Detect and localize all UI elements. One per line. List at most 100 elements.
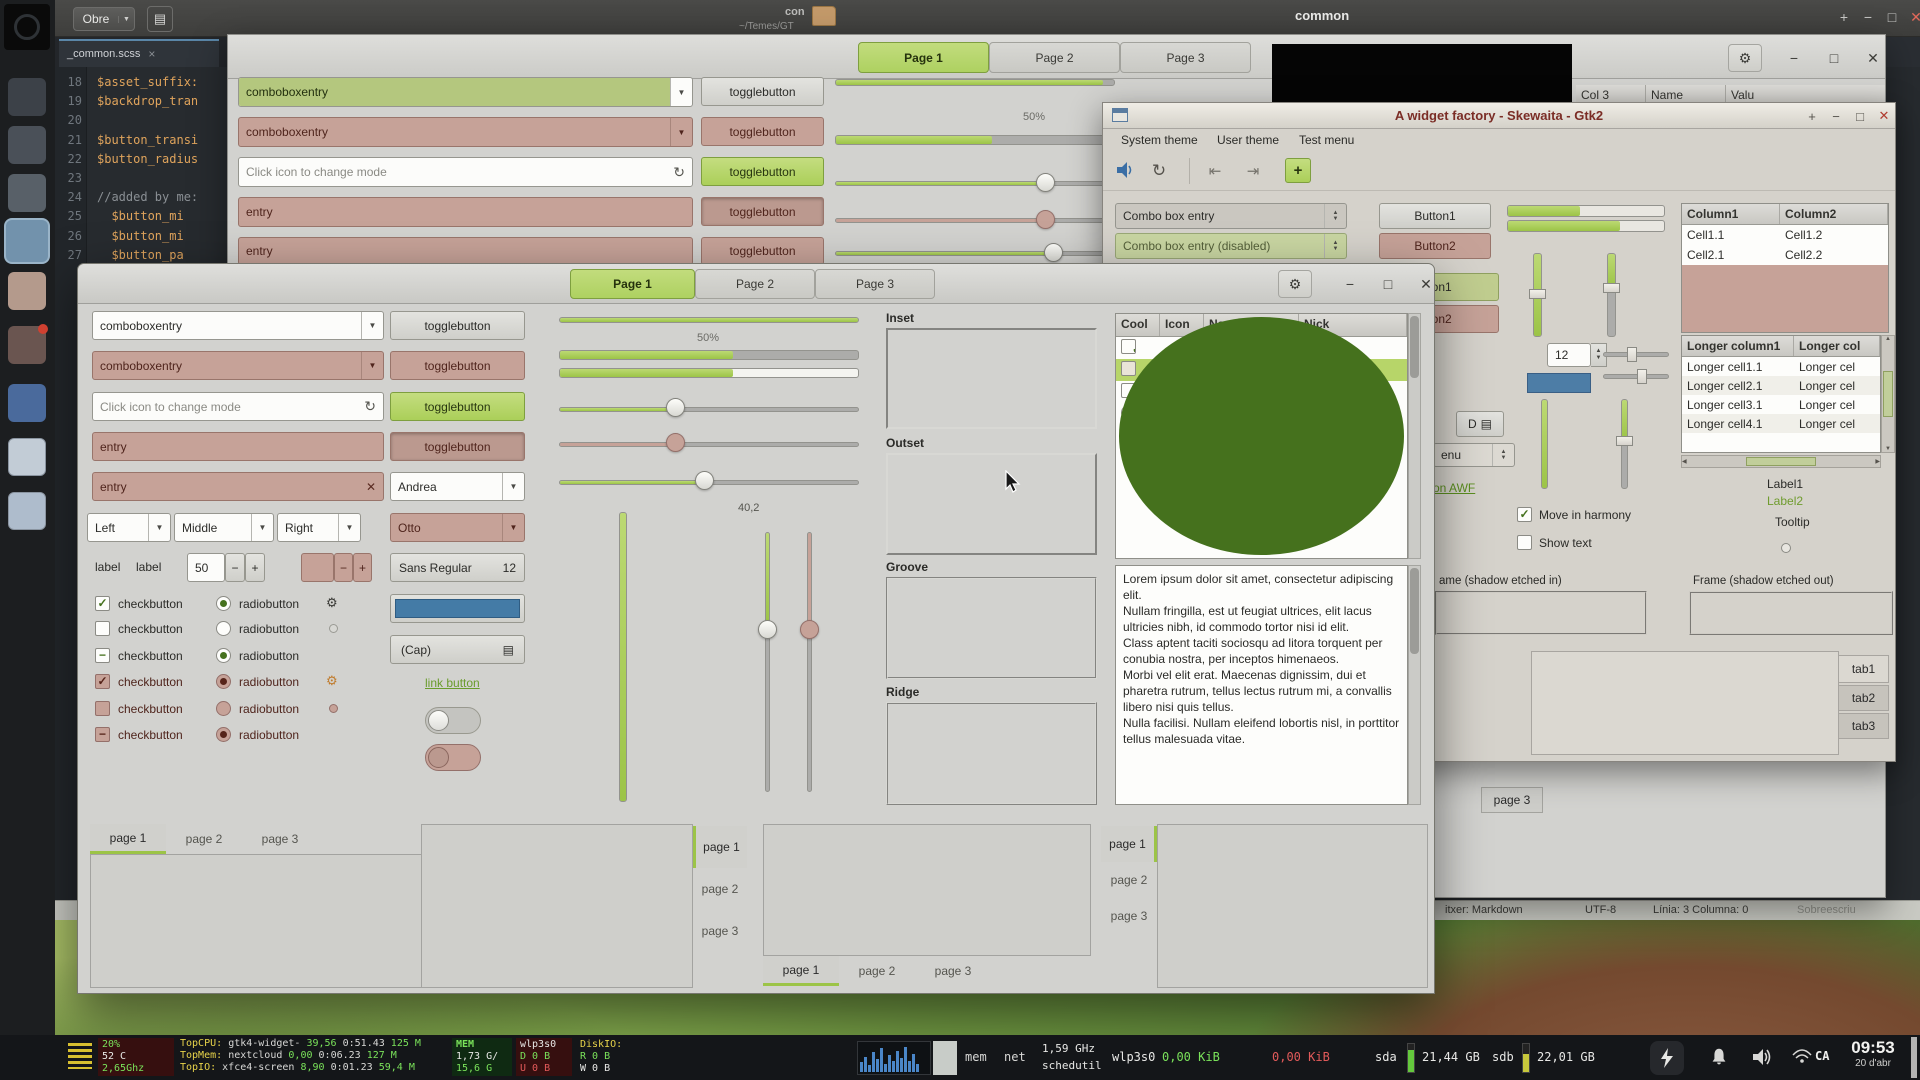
refresh-icon[interactable]: ↻	[1147, 159, 1171, 183]
refresh-icon[interactable]: ↻	[673, 164, 685, 181]
gtk2-hscale-1-handle[interactable]	[1627, 347, 1637, 362]
wlan-block[interactable]: wlp3s0 D 0 B U 0 B	[516, 1038, 572, 1076]
main-minimize-icon[interactable]: −	[1336, 270, 1364, 298]
gtk2-spinbutton[interactable]: 12	[1547, 343, 1591, 367]
tree-row-benjamin[interactable]: ♟ Benjamin Company	[1116, 403, 1407, 425]
bg-maximize-icon[interactable]: □	[1820, 44, 1848, 72]
bg-togglebutton-2[interactable]: togglebutton	[701, 117, 824, 146]
scrollbar-thumb[interactable]	[1746, 457, 1816, 466]
bg-scale-3-handle[interactable]	[1036, 210, 1055, 229]
main-tab-page3[interactable]: Page 3	[815, 269, 935, 299]
entry-2[interactable]: entry ✕	[92, 472, 384, 501]
gtk2-close-icon[interactable]: ✕	[1875, 107, 1893, 125]
scale-2[interactable]	[559, 407, 859, 412]
status-encoding[interactable]: UTF-8	[1585, 904, 1616, 916]
bell-icon[interactable]	[1708, 1046, 1730, 1068]
tab-page2[interactable]: page 2	[839, 956, 915, 986]
tab-page3[interactable]: page 3	[242, 824, 318, 854]
gtk2-selected-entry[interactable]	[1527, 373, 1591, 393]
main-gear-icon[interactable]: ⚙	[1278, 270, 1312, 298]
checkbutton-4[interactable]: ✓	[95, 674, 110, 689]
bg-comboboxentry-1[interactable]: comboboxentry ▼	[238, 77, 693, 107]
gtk2-treeview-2[interactable]: Longer column1Longer col Longer cell1.1L…	[1681, 335, 1881, 453]
menu-test-menu[interactable]: Test menu	[1299, 133, 1354, 147]
bg-scale-2-handle[interactable]	[1036, 173, 1055, 192]
menu-user-theme[interactable]: User theme	[1217, 133, 1279, 147]
scroll-left-icon[interactable]: ◀	[1682, 458, 1687, 465]
bg-togglebutton-1[interactable]: togglebutton	[701, 77, 824, 106]
vscale-2[interactable]	[765, 532, 770, 792]
dock-user[interactable]	[8, 384, 46, 422]
show-text-checkbox[interactable]	[1517, 535, 1532, 550]
tab-page3[interactable]: page 3	[915, 956, 991, 986]
row-radio[interactable]	[1121, 405, 1136, 420]
main-tab-page2[interactable]: Page 2	[695, 269, 815, 299]
link-button[interactable]: link button	[425, 676, 480, 690]
checkbutton-5[interactable]	[95, 701, 110, 716]
font-button[interactable]: Sans Regular 12	[390, 553, 525, 582]
direction-combo[interactable]: Right ▼	[277, 513, 361, 542]
tab-page3[interactable]: page 3	[1101, 898, 1157, 934]
bg-tab-page3[interactable]: Page 3	[1120, 42, 1251, 73]
net-plugin[interactable]: net	[1004, 1050, 1026, 1064]
window-close-icon[interactable]: ✕	[1905, 6, 1920, 28]
tab-page1[interactable]: page 1	[90, 824, 166, 854]
gtk2-maximize-icon[interactable]: □	[1851, 107, 1869, 125]
cap-button[interactable]: (Cap) ▤	[390, 635, 525, 664]
window-maximize-icon[interactable]: □	[1881, 6, 1903, 28]
cpu-block[interactable]: 20% 52 C 2,65Ghz	[98, 1038, 174, 1076]
dock-editor[interactable]	[8, 174, 46, 212]
halign-combo[interactable]: Left ▼	[87, 513, 171, 542]
entry-1[interactable]: entry	[92, 432, 384, 461]
bg-comboboxentry-2[interactable]: comboboxentry ▼	[238, 117, 693, 147]
bg-close-icon[interactable]: ✕	[1859, 44, 1886, 72]
whisker-menu-button[interactable]	[4, 4, 50, 50]
tab-page1[interactable]: page 1	[1101, 826, 1157, 862]
scale-3-handle[interactable]	[666, 433, 685, 452]
color-button[interactable]	[390, 594, 525, 623]
window-plus-icon[interactable]: +	[1833, 6, 1855, 28]
colored-spin-entry[interactable]	[301, 553, 334, 582]
editor-titlebar[interactable]: Obre ▼ ▤ con ~/Temes/GT common + − □ ✕	[55, 0, 1920, 37]
togglebutton-1[interactable]: togglebutton	[390, 311, 525, 340]
tree-vscrollbar[interactable]	[1408, 313, 1421, 559]
dock-active-app[interactable]	[6, 220, 48, 262]
bg-entry[interactable]: entry	[238, 197, 693, 227]
menu-system-theme[interactable]: System theme	[1121, 133, 1198, 147]
dock-files[interactable]	[8, 126, 46, 164]
skip-forward-icon[interactable]: ⇥	[1241, 159, 1265, 183]
gtk2-tab2[interactable]: tab2	[1839, 685, 1889, 711]
gtk2-minimize-icon[interactable]: −	[1827, 107, 1845, 125]
sdb-label[interactable]: sdb	[1492, 1050, 1514, 1064]
bg-scale-4-handle[interactable]	[1044, 243, 1063, 262]
save-button[interactable]: ▤	[147, 6, 173, 32]
gtk2-hscale-2-handle[interactable]	[1637, 369, 1647, 384]
move-in-harmony-checkbox[interactable]: ✓	[1517, 507, 1532, 522]
editor-tab[interactable]: _common.scss ×	[59, 39, 219, 67]
gtk2-vscrollbar[interactable]: ▲ ▼	[1881, 335, 1895, 453]
radiobutton-6[interactable]	[216, 727, 231, 742]
diskio-block[interactable]: DiskIO: R 0 B W 0 B	[576, 1038, 644, 1076]
radiobutton-1[interactable]	[216, 596, 231, 611]
gtk2-combo-box-entry[interactable]: Combo box entry ▲▼	[1115, 203, 1347, 229]
radiobutton-5[interactable]	[216, 701, 231, 716]
treeview[interactable]: Cool Icon Name Nick ✓ ✓ Andrea Cimi ! Ot…	[1115, 313, 1408, 559]
bg-scale-1[interactable]	[835, 79, 1115, 86]
gtk2-treeview-1[interactable]: Column1Column2 Cell1.1Cell1.2 Cell2.1Cel…	[1681, 203, 1889, 333]
colored-spin-minus[interactable]: −	[334, 553, 353, 582]
tab-page2[interactable]: page 2	[693, 868, 747, 910]
tab-page1[interactable]: page 1	[763, 956, 839, 986]
bg-scale-3[interactable]	[835, 218, 1115, 223]
gtk2-vscale-4-handle[interactable]	[1616, 436, 1633, 446]
spinbutton-entry[interactable]: 50	[187, 553, 225, 582]
spin-plus-button[interactable]: +	[245, 553, 265, 582]
gtk2-vscale-2-handle[interactable]	[1603, 283, 1620, 293]
gtk2-titlebar[interactable]: A widget factory - Skewaita - Gtk2 + − □…	[1103, 103, 1895, 129]
sda-label[interactable]: sda	[1375, 1050, 1397, 1064]
bg-togglebutton-4[interactable]: togglebutton	[701, 197, 824, 226]
scale-top[interactable]	[559, 317, 859, 323]
tab-close-icon[interactable]: ×	[148, 47, 155, 61]
clock[interactable]: 09:53 20 d'abr	[1838, 1038, 1908, 1069]
bg-togglebutton-5[interactable]: togglebutton	[701, 237, 824, 265]
dock-theme-app[interactable]	[8, 272, 46, 310]
